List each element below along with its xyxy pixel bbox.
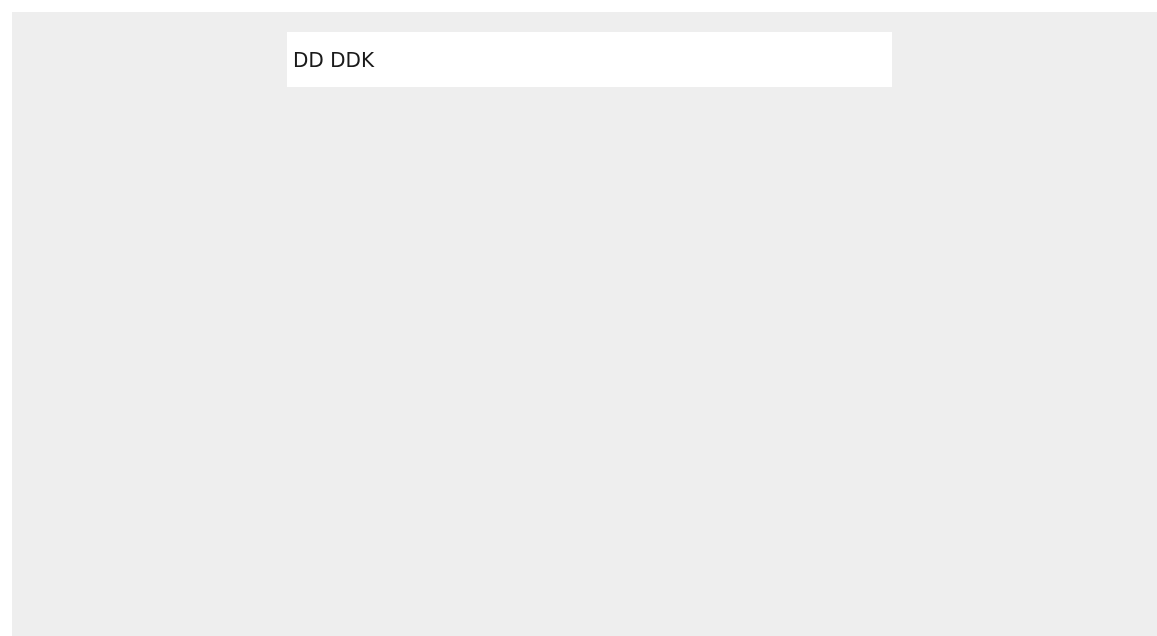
text-input-field[interactable]: DD DDK xyxy=(287,32,892,87)
window-client-area: DD DDK xyxy=(12,12,1157,636)
